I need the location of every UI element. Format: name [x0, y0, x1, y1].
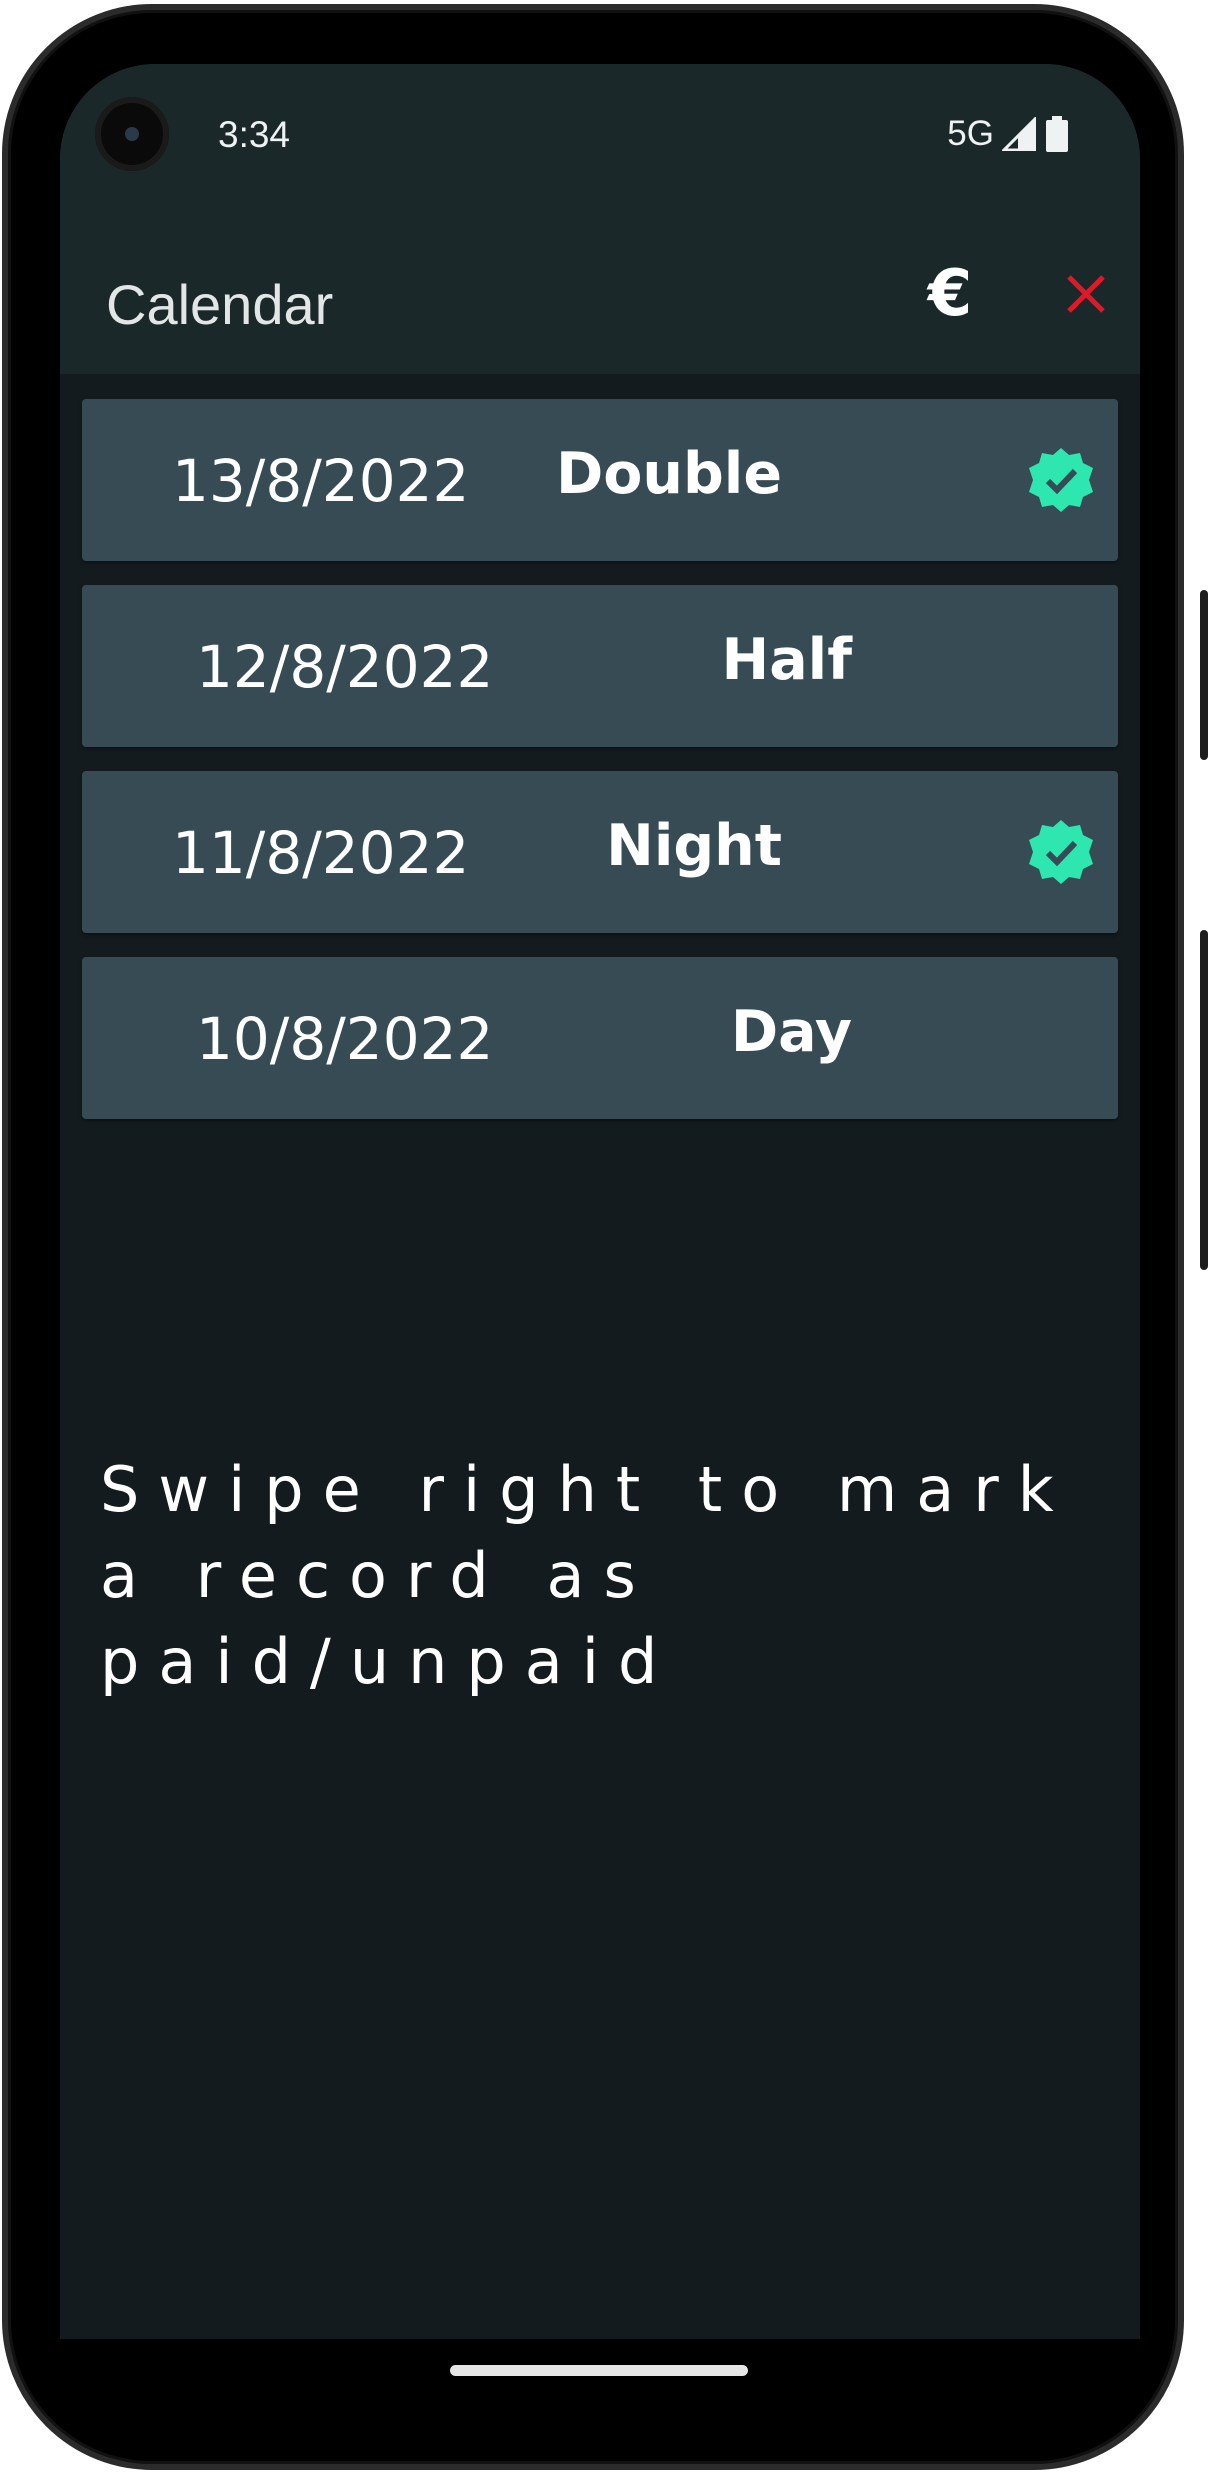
verified-check-icon: [1029, 448, 1093, 512]
record-row[interactable]: 13/8/2022 Double: [82, 399, 1118, 561]
close-icon: [1067, 275, 1105, 313]
home-indicator[interactable]: [450, 2365, 748, 2376]
battery-icon: [1046, 116, 1068, 152]
screen: 3:34 5G Calendar € 13/8/2022 Double 12/8…: [60, 64, 1140, 2339]
record-shift: Half: [721, 627, 852, 693]
record-shift: Night: [606, 813, 782, 879]
cellular-signal-icon: [1002, 117, 1036, 151]
euro-icon: €: [927, 257, 973, 331]
volume-button: [1200, 930, 1208, 1270]
app-bar: Calendar €: [60, 214, 1140, 374]
front-camera: [95, 97, 169, 171]
euro-button[interactable]: €: [910, 254, 990, 334]
network-type: 5G: [947, 114, 994, 153]
record-row[interactable]: 11/8/2022 Night: [82, 771, 1118, 933]
record-shift: Day: [730, 999, 852, 1065]
record-row[interactable]: 12/8/2022 Half: [82, 585, 1118, 747]
close-button[interactable]: [1046, 254, 1126, 334]
record-shift: Double: [555, 441, 782, 507]
power-button: [1200, 590, 1208, 760]
status-bar: 3:34 5G: [60, 64, 1140, 214]
status-time: 3:34: [218, 114, 291, 155]
status-icons: 5G: [947, 114, 1070, 154]
records-list: 13/8/2022 Double 12/8/2022 Half 11/8/202…: [82, 399, 1118, 1143]
page-title: Calendar: [106, 273, 334, 336]
record-row[interactable]: 10/8/2022 Day: [82, 957, 1118, 1119]
swipe-hint: Swipe right to mark a record as paid/unp…: [100, 1453, 1073, 1698]
verified-check-icon: [1029, 820, 1093, 884]
